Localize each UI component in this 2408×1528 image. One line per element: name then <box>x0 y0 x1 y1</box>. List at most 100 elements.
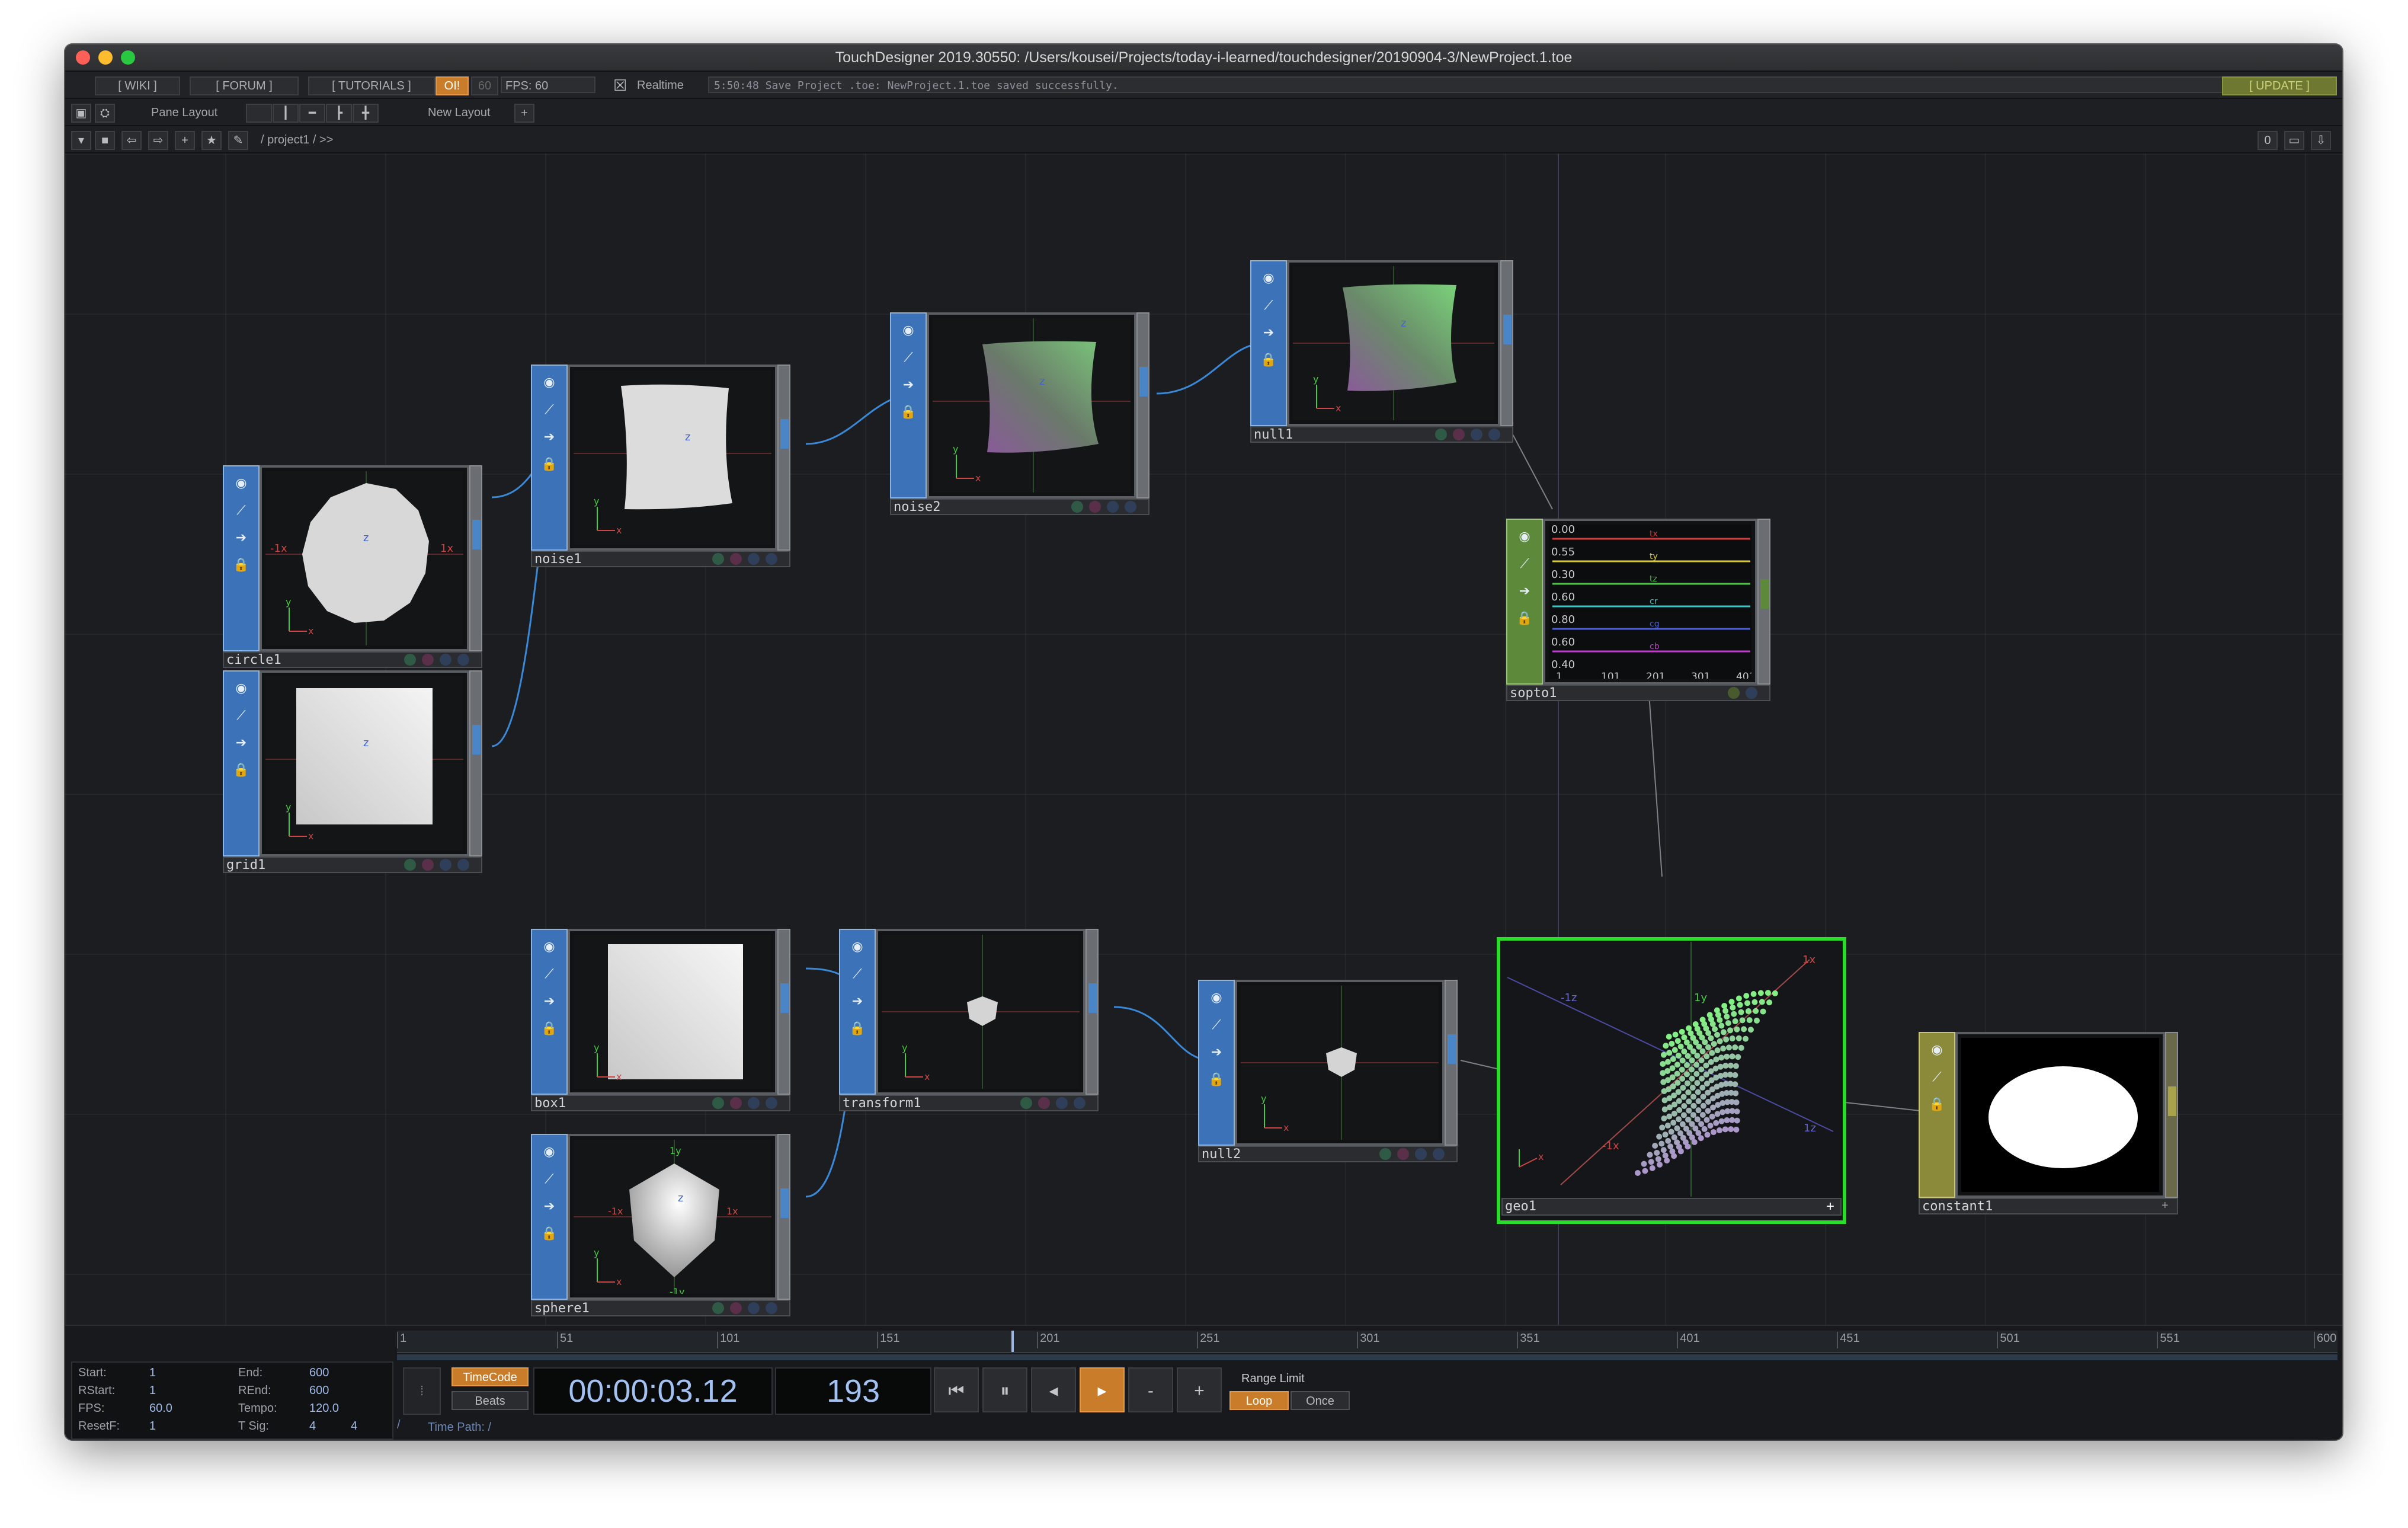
step-back-button[interactable]: - <box>1128 1367 1173 1412</box>
lock-icon[interactable]: 🔒 <box>540 1224 559 1243</box>
timecode-mode-button[interactable]: TimeCode <box>451 1367 529 1386</box>
oi-button[interactable]: OI! <box>436 76 469 95</box>
add-icon[interactable]: + <box>2162 1199 2175 1212</box>
display-flag-icon[interactable]: ➔ <box>232 733 251 752</box>
output-connector[interactable] <box>2165 1032 2178 1198</box>
add-icon[interactable]: + <box>1823 1199 1838 1214</box>
lock-icon[interactable]: 🔒 <box>232 555 251 574</box>
output-connector[interactable] <box>1445 980 1458 1146</box>
display-flag-icon[interactable]: ➔ <box>848 992 867 1011</box>
fps-cap-field[interactable]: 60 <box>471 76 498 95</box>
bypass-icon[interactable]: ⟋ <box>899 348 918 367</box>
viewer-active-icon[interactable]: ◉ <box>899 321 918 340</box>
timeline-ruler[interactable]: 1 51 101 151 201 251 301 351 401 451 501 551 600 <box>397 1331 2337 1353</box>
lock-icon[interactable]: 🔒 <box>1259 350 1278 369</box>
playhead[interactable] <box>1011 1331 1014 1352</box>
viewer-active-icon[interactable]: ◉ <box>1259 268 1278 287</box>
viewer-active-icon[interactable]: ◉ <box>232 679 251 698</box>
pause-icon[interactable]: ⏸ <box>982 1367 1027 1412</box>
time-path-slash[interactable]: / <box>397 1418 415 1436</box>
display-flag-icon[interactable]: ➔ <box>899 375 918 394</box>
display-flag-icon[interactable]: ➔ <box>232 528 251 547</box>
add-layout-button[interactable]: + <box>514 104 534 123</box>
node-name[interactable]: transform1 <box>843 1096 921 1111</box>
output-connector[interactable] <box>777 929 790 1095</box>
play-forward-icon[interactable]: ▸ <box>1080 1367 1125 1412</box>
lock-icon[interactable]: 🔒 <box>540 455 559 474</box>
lock-icon[interactable]: 🔒 <box>1515 609 1534 628</box>
forward-icon[interactable]: ⇨ <box>148 131 168 150</box>
node-name[interactable]: circle1 <box>226 653 281 668</box>
once-button[interactable]: Once <box>1291 1391 1350 1410</box>
start-value[interactable]: 1 <box>149 1366 156 1380</box>
output-connector[interactable] <box>777 365 790 551</box>
node-name[interactable]: null1 <box>1254 427 1293 443</box>
viewer-active-icon[interactable]: ◉ <box>1207 988 1226 1007</box>
tutorials-button[interactable]: [ TUTORIALS ] <box>308 76 435 95</box>
bypass-icon[interactable]: ⟋ <box>540 964 559 983</box>
layout-split-vertical-icon[interactable]: ┃ <box>273 104 299 123</box>
viewer-active-icon[interactable]: ◉ <box>1927 1040 1946 1059</box>
resetf-value[interactable]: 1 <box>149 1420 156 1433</box>
pane-options-icon[interactable]: ⇩ <box>2311 131 2331 150</box>
timeline-lock-icon[interactable]: ⁞ <box>403 1367 441 1415</box>
node-name[interactable]: null2 <box>1202 1147 1241 1162</box>
timecode-display[interactable]: 00:00:03.12 <box>533 1367 773 1415</box>
back-icon[interactable]: ⇦ <box>121 131 142 150</box>
frame-display[interactable]: 193 <box>775 1367 931 1415</box>
node-name[interactable]: geo1 <box>1505 1199 1536 1214</box>
pane-menu-icon[interactable]: ▾ <box>71 131 91 150</box>
output-connector[interactable] <box>777 1134 790 1300</box>
bypass-icon[interactable]: ⟋ <box>1259 296 1278 315</box>
end-value[interactable]: 600 <box>309 1366 329 1380</box>
bypass-icon[interactable]: ⟋ <box>540 1169 559 1188</box>
network-path[interactable]: / project1 / >> <box>261 133 333 147</box>
rend-value[interactable]: 600 <box>309 1384 329 1398</box>
output-connector[interactable] <box>469 670 482 856</box>
node-name[interactable]: constant1 <box>1922 1199 1993 1214</box>
beats-mode-button[interactable]: Beats <box>451 1391 529 1410</box>
bookmark-icon[interactable]: ★ <box>201 131 222 150</box>
image-pane-icon[interactable]: ▣ <box>71 104 91 123</box>
node-name[interactable]: box1 <box>534 1096 566 1111</box>
layout-three-icon[interactable]: ┣ <box>326 104 352 123</box>
network-editor[interactable]: ◉ ⟋ ➔ 🔒 z -1x 1x x y circle1 ◉ ⟋ ➔ 🔒 z x… <box>65 154 2342 1356</box>
home-icon[interactable]: + <box>175 131 195 150</box>
output-connector[interactable] <box>1500 260 1513 426</box>
lock-icon[interactable]: 🔒 <box>899 402 918 421</box>
viewer-active-icon[interactable]: ◉ <box>1515 527 1534 546</box>
output-connector[interactable] <box>469 465 482 651</box>
maximize-pane-icon[interactable]: ▭ <box>2284 131 2304 150</box>
viewer-active-icon[interactable]: ◉ <box>848 937 867 956</box>
node-name[interactable]: sphere1 <box>534 1301 590 1316</box>
lock-icon[interactable]: 🔒 <box>540 1019 559 1038</box>
node-name[interactable]: noise2 <box>894 500 940 515</box>
display-flag-icon[interactable]: ➔ <box>1259 323 1278 342</box>
bypass-icon[interactable]: ⟋ <box>232 706 251 725</box>
bypass-icon[interactable]: ⟋ <box>232 501 251 520</box>
viewer-active-icon[interactable]: ◉ <box>232 474 251 493</box>
display-flag-icon[interactable]: ➔ <box>540 427 559 446</box>
tempo-value[interactable]: 120.0 <box>309 1402 339 1415</box>
rstart-value[interactable]: 1 <box>149 1384 156 1398</box>
display-flag-icon[interactable]: ➔ <box>540 1197 559 1216</box>
bypass-icon[interactable]: ⟋ <box>848 964 867 983</box>
node-name[interactable]: noise1 <box>534 552 581 567</box>
lock-icon[interactable]: 🔒 <box>848 1019 867 1038</box>
update-button[interactable]: [ UPDATE ] <box>2222 76 2337 95</box>
viewer-active-icon[interactable]: ◉ <box>540 1142 559 1161</box>
realtime-checkbox[interactable]: ☒ <box>613 76 627 95</box>
fps-value[interactable]: 60.0 <box>149 1402 172 1415</box>
output-connector[interactable] <box>1757 519 1770 685</box>
display-flag-icon[interactable]: ➔ <box>1207 1043 1226 1062</box>
tsig-numerator[interactable]: 4 <box>309 1420 316 1433</box>
layout-single-icon[interactable] <box>246 104 272 123</box>
bypass-icon[interactable]: ⟋ <box>540 400 559 419</box>
step-forward-button[interactable]: + <box>1177 1367 1222 1412</box>
bypass-icon[interactable]: ⟋ <box>1515 554 1534 573</box>
network-pane-icon[interactable]: ⛭ <box>95 104 115 123</box>
wiki-button[interactable]: [ WIKI ] <box>95 76 180 95</box>
node-name[interactable]: sopto1 <box>1510 686 1557 701</box>
stop-icon[interactable]: ■ <box>95 131 115 150</box>
output-connector[interactable] <box>1085 929 1099 1095</box>
